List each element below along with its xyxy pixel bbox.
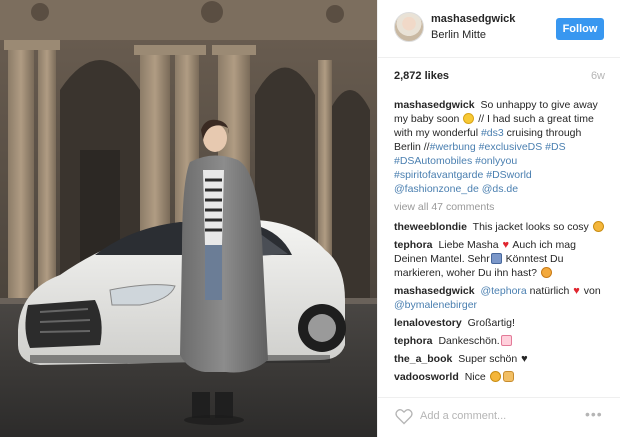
add-comment-input[interactable] [420, 406, 580, 426]
post-author-username[interactable]: mashasedgwick [431, 13, 515, 25]
post-header: mashasedgwick Berlin Mitte Follow [378, 0, 620, 58]
comment-item: the_a_book Super schön ♥ [394, 352, 609, 366]
comment-text-2: von [583, 285, 601, 297]
caption-mentions[interactable]: @fashionzone_de @ds.de [394, 183, 518, 195]
view-all-comments-link[interactable]: view all 47 comments [394, 200, 609, 214]
clapping-hands-emoji-icon [502, 371, 514, 382]
comment-text: Super schön [458, 353, 518, 365]
comment-text-1: natürlich [529, 285, 570, 297]
comment-username[interactable]: theweeblondie [394, 221, 467, 233]
comment-item: theweeblondie This jacket looks so cosy [394, 220, 609, 234]
comment-text: This jacket looks so cosy [472, 221, 589, 233]
smiling-face-emoji-icon [489, 371, 501, 382]
heart-outline-icon[interactable] [394, 406, 414, 426]
comment-item: vadoosworld Nice [394, 370, 609, 384]
avatar[interactable] [394, 12, 424, 42]
ribbon-emoji-icon [500, 335, 512, 346]
comment-text: Nice [464, 371, 486, 383]
grinning-face-emoji-icon [540, 267, 552, 278]
comment-username[interactable]: tephora [394, 335, 433, 347]
comment-text: Dankeschön. [438, 335, 500, 347]
smiling-face-emoji-icon [592, 221, 604, 232]
post-details-panel: mashasedgwick Berlin Mitte Follow 2,872 … [377, 0, 620, 437]
comment-mention[interactable]: @tephora [480, 285, 526, 297]
black-heart-emoji-icon: ♥ [521, 353, 528, 365]
sad-face-emoji-icon [463, 113, 475, 124]
caption-username[interactable]: mashasedgwick [394, 99, 475, 111]
hashtag-ds3[interactable]: #ds3 [481, 127, 504, 139]
post-photo-illustration [0, 0, 377, 437]
post-location[interactable]: Berlin Mitte [431, 29, 486, 41]
post-photo[interactable] [0, 0, 377, 437]
comment-footer: ••• [378, 397, 620, 437]
face-emoji-icon [490, 253, 502, 264]
likes-row: 2,872 likes 6w [394, 70, 605, 86]
comment-item: mashasedgwick @tephora natürlich ♥ von @… [394, 284, 609, 312]
comment-text: Großartig! [467, 317, 515, 329]
caption: mashasedgwick So unhappy to give away my… [394, 98, 609, 196]
comment-item: tephora Dankeschön. [394, 334, 609, 348]
likes-count[interactable]: 2,872 likes [394, 70, 449, 82]
comment-username[interactable]: the_a_book [394, 353, 452, 365]
comment-mention-2[interactable]: @bymalenebirger [394, 299, 477, 311]
follow-button[interactable]: Follow [556, 18, 604, 40]
comment-item: tephora Liebe Masha ♥ Auch ich mag Deine… [394, 238, 609, 280]
red-heart-emoji-icon: ♥ [573, 285, 580, 297]
comment-username[interactable]: mashasedgwick [394, 285, 475, 297]
comments-list: mashasedgwick So unhappy to give away my… [394, 98, 609, 388]
comment-username[interactable]: vadoosworld [394, 371, 459, 383]
more-options-icon[interactable]: ••• [585, 407, 605, 425]
post-age[interactable]: 6w [591, 70, 605, 82]
comment-text-1: Liebe Masha [438, 239, 499, 251]
comment-username[interactable]: tephora [394, 239, 433, 251]
red-heart-emoji-icon: ♥ [502, 239, 510, 251]
comment-username[interactable]: lenalovestory [394, 317, 462, 329]
comment-item: lenalovestory Großartig! [394, 316, 609, 330]
